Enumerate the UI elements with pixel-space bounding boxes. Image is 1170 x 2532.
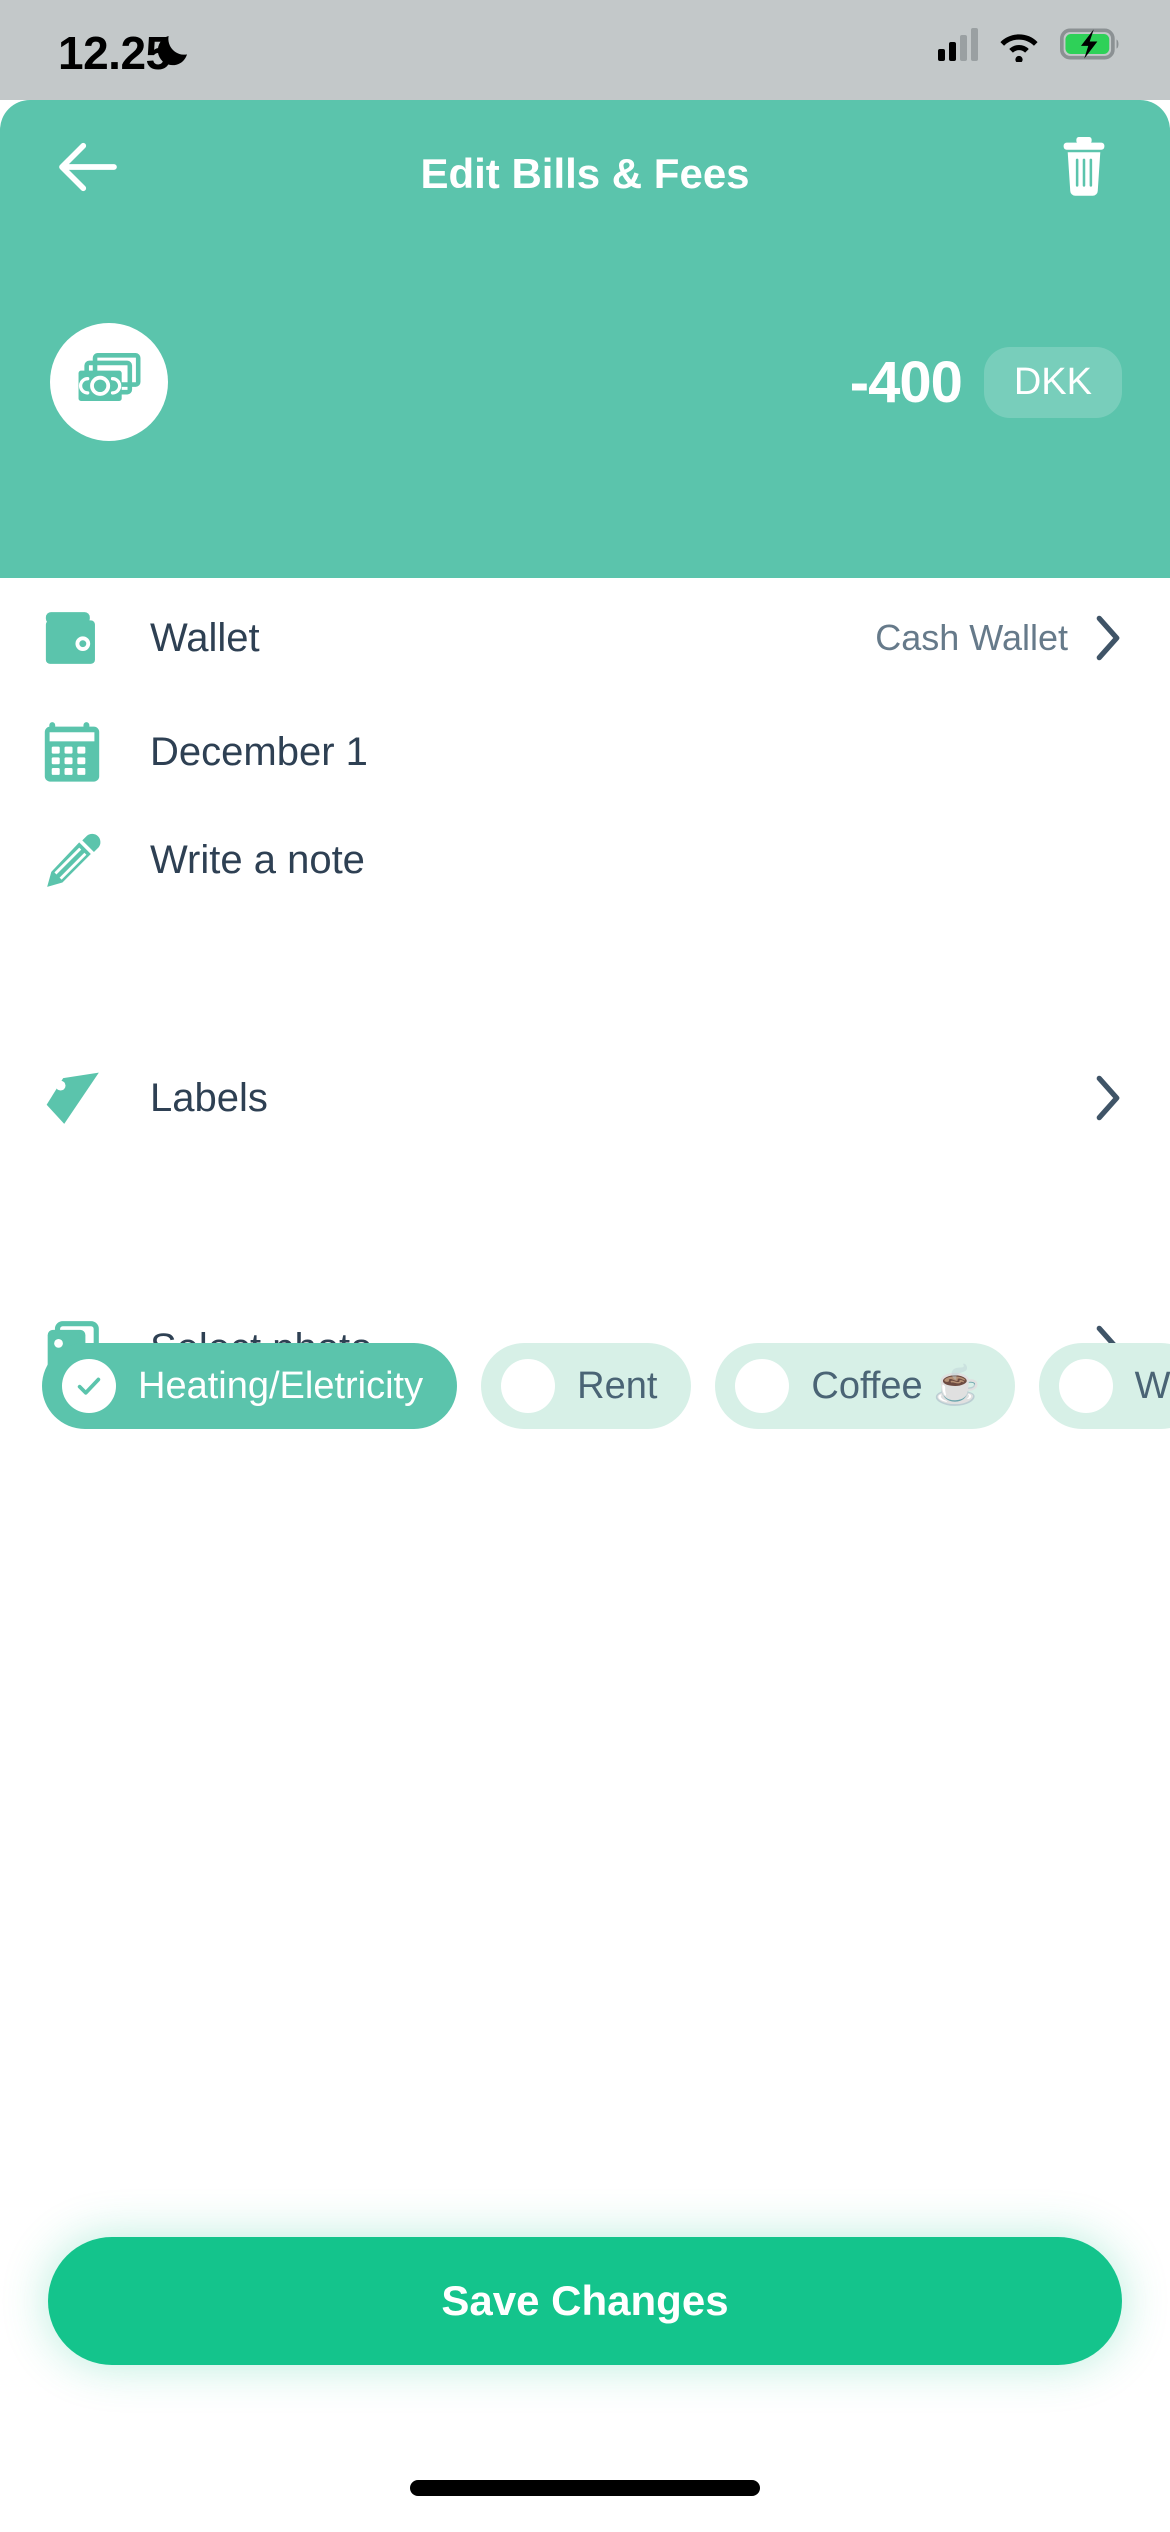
chevron-right-icon	[1094, 1074, 1122, 1122]
labels-row[interactable]: Labels	[0, 1044, 1170, 1152]
phone-screen: 12.25 Edit Bills & Fees -400 DKK Wallet …	[0, 0, 1170, 2532]
empty-circle-icon	[735, 1359, 790, 1413]
header-bar: Edit Bills & Fees	[0, 100, 1170, 230]
label-chip-text: Rent	[577, 1364, 658, 1407]
empty-circle-icon	[1058, 1359, 1113, 1413]
wallet-row-label: Wallet	[150, 615, 260, 660]
label-chip-text: Coffee ☕	[811, 1365, 981, 1407]
trash-icon	[1063, 136, 1105, 196]
calendar-icon	[42, 720, 120, 784]
amount-row: -400 DKK	[0, 322, 1170, 442]
date-row[interactable]: December 1	[0, 698, 1170, 806]
wallet-icon	[42, 609, 120, 667]
note-row-label: Write a note	[150, 837, 365, 882]
label-chip-selected[interactable]: Heating/Eletricity	[42, 1343, 458, 1429]
status-bar-indicators	[938, 26, 1122, 62]
avatar	[50, 323, 168, 441]
label-chip[interactable]: W	[1038, 1343, 1170, 1429]
note-row[interactable]: Write a note	[0, 806, 1170, 914]
app-header: Edit Bills & Fees -400 DKK	[0, 100, 1170, 578]
wallet-row-value: Cash Wallet	[875, 617, 1068, 658]
amount-value: -400	[849, 349, 963, 415]
label-chips-list[interactable]: Heating/Eletricity Rent Coffee ☕ W	[0, 1326, 1170, 1446]
wallet-row[interactable]: Wallet Cash Wallet	[0, 578, 1170, 698]
status-bar: 12.25	[0, 0, 1170, 100]
wifi-icon	[1000, 34, 1038, 62]
pencil-icon	[42, 829, 120, 891]
chevron-right-icon	[1094, 614, 1122, 662]
date-row-label: December 1	[150, 729, 368, 774]
labels-row-label: Labels	[150, 1075, 268, 1120]
home-indicator	[410, 2480, 760, 2496]
currency-badge[interactable]: DKK	[983, 346, 1122, 418]
check-circle-icon	[62, 1359, 116, 1413]
amount-display: -400 DKK	[849, 346, 1122, 418]
label-chip[interactable]: Coffee ☕	[715, 1343, 1015, 1429]
cellular-signal-icon	[938, 27, 978, 61]
page-title: Edit Bills & Fees	[420, 150, 750, 197]
label-chip[interactable]: Rent	[481, 1343, 692, 1429]
form-list: Wallet Cash Wallet December 1 Write a no…	[0, 578, 1170, 1402]
save-changes-button[interactable]: Save Changes	[48, 2237, 1122, 2365]
label-chip-text: W	[1134, 1364, 1170, 1407]
banknotes-icon	[78, 353, 141, 402]
empty-circle-icon	[501, 1359, 556, 1413]
tag-icon	[42, 1067, 120, 1129]
battery-charging-icon	[1060, 28, 1119, 60]
delete-button[interactable]	[1046, 128, 1122, 204]
label-chip-text: Heating/Eletricity	[138, 1364, 424, 1407]
crescent-moon-icon	[157, 36, 187, 66]
